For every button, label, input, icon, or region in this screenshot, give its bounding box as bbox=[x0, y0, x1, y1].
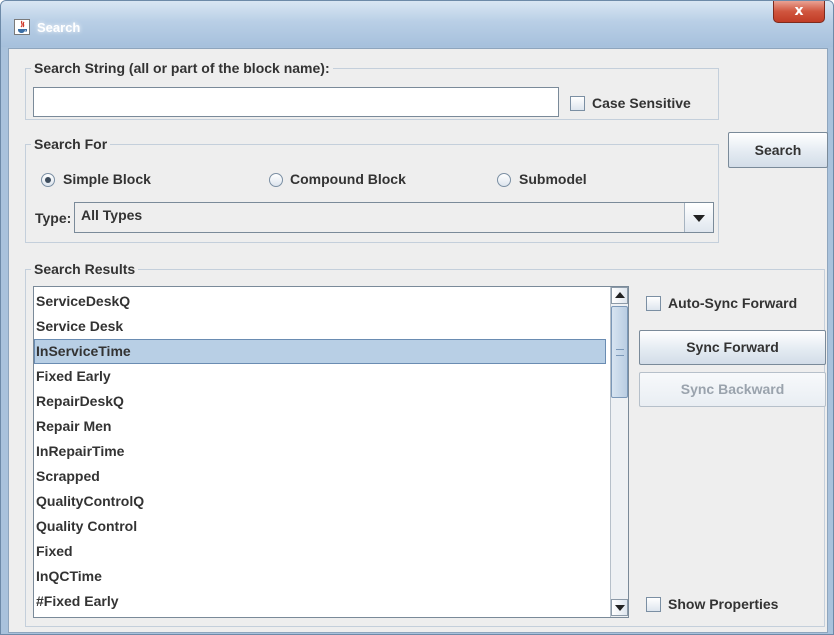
scroll-up-icon[interactable] bbox=[611, 287, 628, 304]
show-properties-checkbox[interactable] bbox=[646, 597, 661, 612]
show-properties-label: Show Properties bbox=[668, 596, 779, 612]
window-title: Search bbox=[37, 20, 81, 35]
results-scrollbar[interactable] bbox=[610, 287, 628, 617]
radio-compound-block-label: Compound Block bbox=[290, 171, 406, 187]
list-item[interactable]: Repair Men bbox=[34, 414, 606, 439]
sync-forward-button[interactable]: Sync Forward bbox=[639, 330, 826, 365]
search-dialog-window: Search x Search String (all or part of t… bbox=[0, 0, 834, 635]
list-item-selected[interactable]: InServiceTime bbox=[34, 339, 606, 364]
search-button-label: Search bbox=[754, 142, 802, 158]
type-label: Type: bbox=[35, 210, 72, 226]
search-results-legend: Search Results bbox=[31, 261, 139, 277]
list-item[interactable]: ServiceDeskQ bbox=[34, 289, 606, 314]
radio-submodel[interactable] bbox=[497, 173, 511, 187]
list-item[interactable]: Fixed bbox=[34, 539, 606, 564]
search-for-legend: Search For bbox=[31, 136, 111, 152]
radio-compound-block[interactable] bbox=[269, 173, 283, 187]
scroll-down-icon[interactable] bbox=[611, 599, 628, 616]
type-select-value: All Types bbox=[81, 207, 143, 223]
type-select[interactable]: All Types bbox=[74, 202, 714, 233]
radio-simple-block-label: Simple Block bbox=[63, 171, 151, 187]
scroll-thumb[interactable] bbox=[611, 306, 628, 398]
sync-backward-button[interactable]: Sync Backward bbox=[639, 372, 826, 407]
list-item[interactable]: Fixed Early bbox=[34, 364, 606, 389]
list-item[interactable]: Scrapped bbox=[34, 464, 606, 489]
radio-submodel-label: Submodel bbox=[519, 171, 587, 187]
auto-sync-forward-checkbox[interactable] bbox=[646, 296, 661, 311]
radio-simple-block[interactable] bbox=[41, 173, 55, 187]
list-item[interactable]: Service Desk bbox=[34, 314, 606, 339]
results-list[interactable]: ServiceDeskQ Service Desk InServiceTime … bbox=[33, 286, 629, 618]
search-string-legend: Search String (all or part of the block … bbox=[31, 60, 333, 76]
list-item[interactable]: #Fixed Early bbox=[34, 589, 606, 614]
title-bar[interactable]: Search x bbox=[1, 1, 833, 47]
list-item[interactable]: QualityControlQ bbox=[34, 489, 606, 514]
chevron-down-icon[interactable] bbox=[684, 203, 713, 232]
list-item[interactable]: InQCTime bbox=[34, 564, 606, 589]
sync-forward-label: Sync Forward bbox=[686, 339, 779, 355]
auto-sync-forward-label: Auto-Sync Forward bbox=[668, 295, 798, 311]
sync-backward-label: Sync Backward bbox=[680, 381, 785, 397]
java-app-icon bbox=[14, 19, 30, 35]
search-string-input[interactable] bbox=[33, 87, 559, 117]
list-item[interactable]: Quality Control bbox=[34, 514, 606, 539]
search-button[interactable]: Search bbox=[728, 132, 828, 168]
case-sensitive-label: Case Sensitive bbox=[592, 95, 691, 111]
dialog-content: Search String (all or part of the block … bbox=[8, 48, 828, 633]
case-sensitive-checkbox[interactable] bbox=[570, 96, 585, 111]
close-icon: x bbox=[794, 3, 804, 19]
close-button[interactable]: x bbox=[773, 1, 825, 23]
list-item[interactable]: RepairDeskQ bbox=[34, 389, 606, 414]
list-item[interactable]: InRepairTime bbox=[34, 439, 606, 464]
